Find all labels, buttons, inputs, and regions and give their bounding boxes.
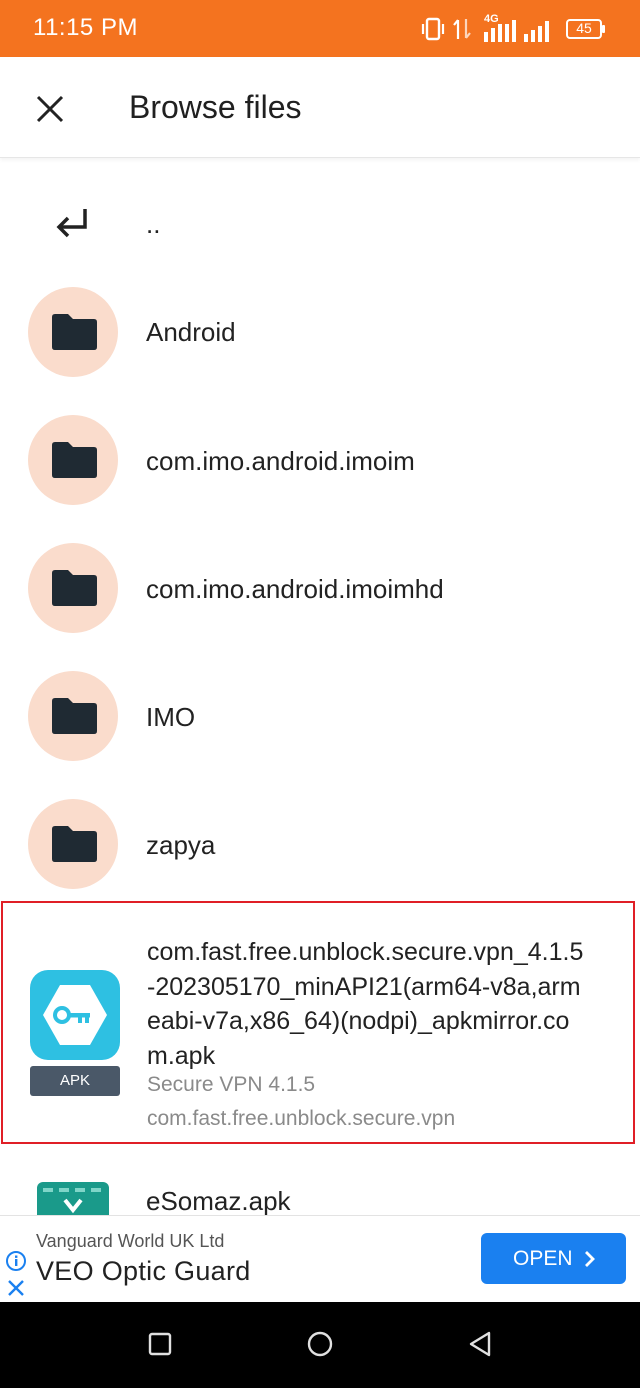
key-shield-icon <box>43 985 107 1045</box>
folder-icon <box>52 698 97 734</box>
folder-icon <box>52 570 97 606</box>
chevron-right-icon <box>585 1251 595 1267</box>
apk-app-icon <box>37 1182 109 1215</box>
folder-name: IMO <box>146 702 196 732</box>
folder-name: zapya <box>146 830 216 860</box>
folder-icon <box>52 826 97 862</box>
recents-square-icon <box>148 1332 172 1356</box>
apk-filename: com.fast.free.unblock.secure.vpn_4.1.5-2… <box>147 938 584 1070</box>
folder-icon-badge <box>28 799 118 889</box>
recents-button[interactable] <box>140 1324 180 1364</box>
status-icons: 4G 45 <box>420 13 620 44</box>
back-button[interactable] <box>460 1324 500 1364</box>
folder-row[interactable]: com.imo.android.imoimhd <box>0 543 640 635</box>
system-nav-bar <box>0 1302 640 1388</box>
apk-file-row[interactable]: APK com.fast.free.unblock.secure.vpn_4.1… <box>1 901 635 1144</box>
battery-tip <box>602 25 605 33</box>
folder-icon <box>52 442 97 478</box>
ad-banner[interactable]: Vanguard World UK Ltd VEO Optic Guard OP… <box>0 1215 640 1303</box>
apk-app-icon <box>30 970 120 1060</box>
page-title: Browse files <box>129 89 302 125</box>
ad-close-icon[interactable] <box>6 1278 26 1298</box>
close-button[interactable] <box>30 89 70 129</box>
return-arrow-icon <box>56 209 87 238</box>
folder-name: com.imo.android.imoim <box>146 446 415 476</box>
ad-title: VEO Optic Guard <box>36 1256 251 1286</box>
vibrate-icon <box>421 17 445 41</box>
signal-icon <box>524 21 549 42</box>
ad-open-label: OPEN <box>513 1247 573 1270</box>
status-time: 11:15 PM <box>33 14 138 41</box>
folder-row[interactable]: com.imo.android.imoim <box>0 415 640 507</box>
apk-app-label: Secure VPN 4.1.5 <box>147 1073 316 1096</box>
folder-name: com.imo.android.imoimhd <box>146 574 444 604</box>
apk-package-name: com.fast.free.unblock.secure.vpn <box>147 1107 456 1130</box>
folder-row[interactable]: Android <box>0 287 640 379</box>
home-circle-icon <box>307 1331 333 1357</box>
folder-name: Android <box>146 317 236 347</box>
folder-icon-badge <box>28 671 118 761</box>
folder-icon <box>52 314 97 350</box>
file-row[interactable]: eSomaz.apk <box>0 1180 640 1215</box>
data-activity-icon <box>453 19 471 39</box>
folder-row[interactable]: IMO <box>0 671 640 763</box>
file-name: eSomaz.apk <box>146 1186 291 1215</box>
folder-icon-badge <box>28 415 118 505</box>
parent-directory-label: .. <box>146 209 161 239</box>
folder-icon-badge <box>28 543 118 633</box>
close-icon <box>36 95 64 123</box>
folder-icon-badge <box>28 287 118 377</box>
ad-open-button[interactable]: OPEN <box>481 1233 626 1284</box>
ad-advertiser: Vanguard World UK Ltd <box>36 1231 225 1251</box>
home-button[interactable] <box>300 1324 340 1364</box>
folder-row[interactable]: zapya <box>0 799 640 891</box>
signal-4g-icon <box>484 20 516 42</box>
app-bar: Browse files <box>0 57 640 158</box>
parent-directory-row[interactable]: .. <box>0 180 640 280</box>
ad-info-icon[interactable] <box>5 1250 27 1272</box>
back-triangle-icon <box>469 1331 491 1357</box>
battery-level: 45 <box>576 20 592 36</box>
apk-type-badge: APK <box>30 1066 120 1096</box>
status-bar: 11:15 PM 4G 45 <box>0 0 640 57</box>
battery-icon: 45 <box>566 19 602 39</box>
